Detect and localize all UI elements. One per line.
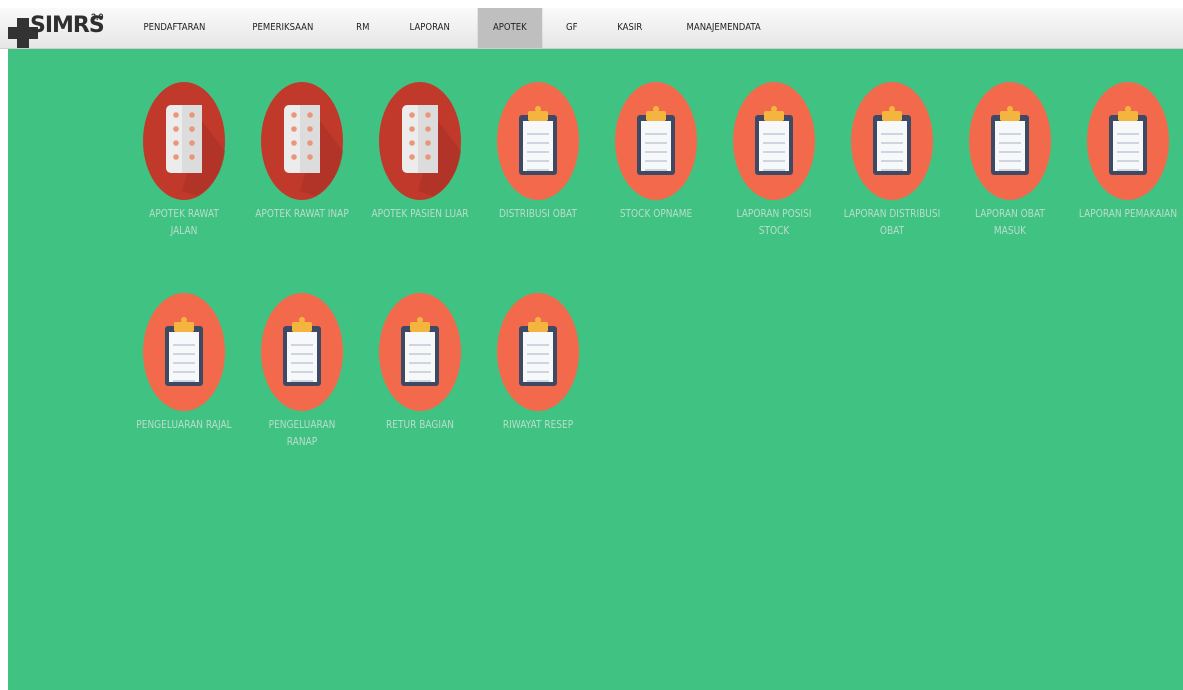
tile-riwayat-resep[interactable]: RIWAYAT RESEP (478, 292, 598, 433)
tile-laporan-posisi-stock[interactable]: LAPORAN POSISI STOCK (714, 81, 834, 239)
brand-version: 3.0 (91, 12, 104, 22)
tile-apotek-pasien-luar[interactable]: APOTEK PASIEN LUAR (360, 81, 480, 222)
pill-blister-icon (360, 81, 480, 201)
tile-retur-bagian[interactable]: RETUR BAGIAN (360, 292, 480, 433)
tile-stock-opname[interactable]: STOCK OPNAME (596, 81, 716, 222)
menu-item-manajemendata[interactable]: MANAJEMENDATA (672, 8, 777, 48)
tile-label: STOCK OPNAME (619, 207, 693, 220)
tile-label: RETUR BAGIAN (386, 418, 454, 431)
tile-pengeluaran-ranap[interactable]: PENGELUARAN RANAP (242, 292, 362, 450)
menu-item-rm[interactable]: RM (340, 8, 384, 48)
tile-apotek-rawat-inap[interactable]: APOTEK RAWAT INAP (242, 81, 362, 222)
menu-item-pendaftaran[interactable]: PENDAFTARAN (128, 8, 220, 48)
clipboard-icon (596, 81, 716, 201)
clipboard-icon (360, 292, 480, 412)
tile-label: APOTEK PASIEN LUAR (371, 207, 469, 220)
tile-laporan-pemakaian[interactable]: LAPORAN PEMAKAIAN (1068, 81, 1183, 222)
clipboard-icon (950, 81, 1070, 201)
menu-item-apotek[interactable]: APOTEK (477, 8, 542, 48)
menu-item-gf[interactable]: GF (551, 8, 593, 48)
clipboard-icon (832, 81, 952, 201)
tile-laporan-obat-masuk[interactable]: LAPORAN OBAT MASUK (950, 81, 1070, 239)
apotek-dashboard: APOTEK RAWAT JALAN APOTEK RAWAT INAP APO… (8, 49, 1183, 690)
menu-item-kasir[interactable]: KASIR (602, 8, 658, 48)
tile-laporan-distribusi-obat[interactable]: LAPORAN DISTRIBUSI OBAT (832, 81, 952, 239)
clipboard-icon (478, 292, 598, 412)
tile-label: DISTRIBUSI OBAT (498, 207, 578, 220)
tile-label: LAPORAN DISTRIBUSI OBAT (843, 207, 941, 237)
tile-apotek-rawat-jalan[interactable]: APOTEK RAWAT JALAN (124, 81, 244, 239)
main-menu: PENDAFTARAN PEMERIKSAAN RM LAPORAN APOTEK GF K… (120, 8, 786, 48)
pill-blister-icon (242, 81, 362, 201)
top-navbar: SIMRS 3.0 PENDAFTARAN PEMERIKSAAN RM LAPORA… (0, 8, 1183, 49)
clipboard-icon (1068, 81, 1183, 201)
brand-logo[interactable]: SIMRS 3.0 (0, 8, 120, 48)
tile-label: LAPORAN PEMAKAIAN (1078, 207, 1178, 220)
tile-label: APOTEK RAWAT INAP (255, 207, 349, 220)
clipboard-icon (124, 292, 244, 412)
clipboard-icon (242, 292, 362, 412)
tile-label: PENGELUARAN RANAP (268, 418, 336, 448)
tile-label: PENGELUARAN RAJAL (136, 418, 232, 431)
menu-item-laporan[interactable]: LAPORAN (394, 8, 465, 48)
clipboard-icon (714, 81, 834, 201)
tile-label: LAPORAN OBAT MASUK (975, 207, 1045, 237)
clipboard-icon (478, 81, 598, 201)
menu-item-pemeriksaan[interactable]: PEMERIKSAAN (237, 8, 329, 48)
tile-distribusi-obat[interactable]: DISTRIBUSI OBAT (478, 81, 598, 222)
tile-pengeluaran-rajal[interactable]: PENGELUARAN RAJAL (124, 292, 244, 433)
pill-blister-icon (124, 81, 244, 201)
tile-label: RIWAYAT RESEP (502, 418, 574, 431)
tile-label: APOTEK RAWAT JALAN (149, 207, 219, 237)
tile-label: LAPORAN POSISI STOCK (736, 207, 812, 237)
